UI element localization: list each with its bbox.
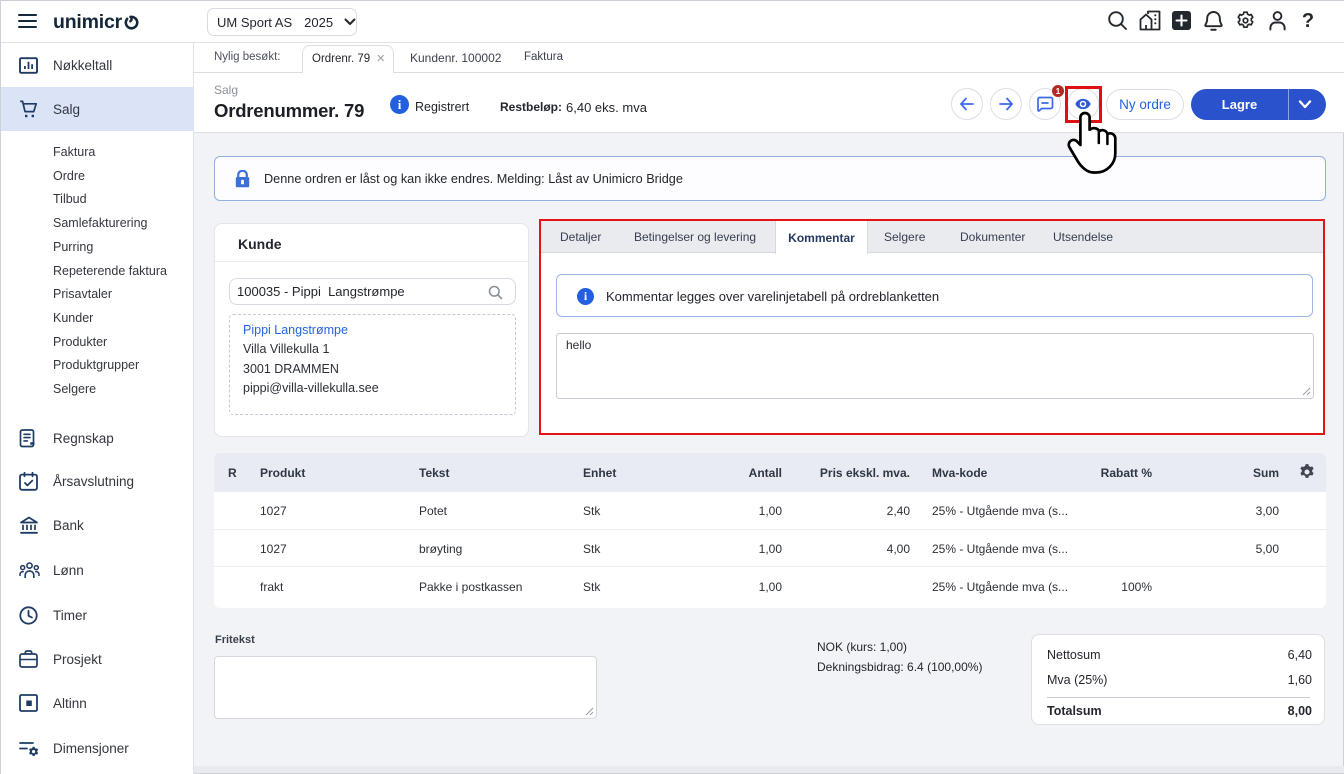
svg-text:?: ?: [1302, 10, 1314, 32]
